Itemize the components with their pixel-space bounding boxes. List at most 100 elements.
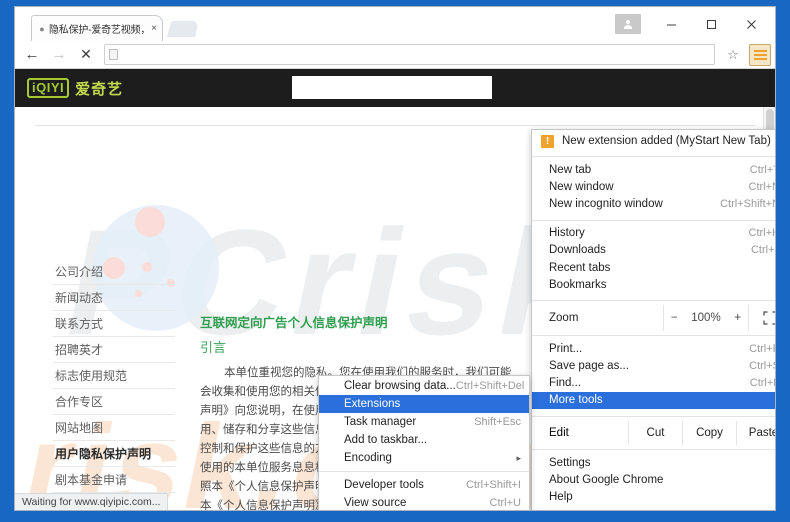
new-incognito-label: New incognito window [549, 198, 720, 210]
sidebar-item-label: 标志使用规范 [55, 367, 127, 384]
sidebar-item-5[interactable]: 合作专区 [53, 389, 175, 415]
sidebar-item-label: 联系方式 [55, 315, 103, 332]
help-label: Help [549, 491, 767, 503]
submenu-item-label: Clear browsing data... [344, 380, 456, 392]
iqiyi-logo[interactable]: iQIYI 爱奇艺 [27, 78, 123, 99]
maximize-button[interactable] [691, 11, 731, 37]
find-label: Find... [549, 377, 750, 389]
zoom-controls: − 100% + [663, 305, 748, 331]
about-chrome-label: About Google Chrome [549, 474, 775, 486]
menu-item-save-page-as[interactable]: Save page as... Ctrl+S [532, 358, 775, 375]
menu-item-extension-notice[interactable]: ! New extension added (MyStart New Tab) [532, 130, 775, 152]
sidebar-item-label: 合作专区 [55, 393, 103, 410]
menu-item-help[interactable]: Help ▸ [532, 488, 775, 505]
menu-separator-2 [532, 220, 775, 221]
site-search-input[interactable] [292, 76, 492, 99]
zoom-in-button[interactable]: + [734, 312, 741, 324]
close-button[interactable] [731, 11, 771, 37]
zoom-label: Zoom [532, 305, 663, 331]
tab-close-icon[interactable]: × [150, 24, 158, 34]
tab-favicon-icon: ● [38, 25, 46, 33]
submenu-item-0[interactable]: Clear browsing data...Ctrl+Shift+Del [319, 377, 529, 395]
sidebar-item-label: 公司介绍 [55, 263, 103, 280]
submenu-item-label: Encoding [344, 452, 508, 464]
sidebar-item-0[interactable]: 公司介绍 [53, 259, 175, 285]
menu-item-downloads[interactable]: Downloads Ctrl+J [532, 242, 775, 259]
submenu-item-label: Add to taskbar... [344, 434, 521, 446]
minimize-button[interactable] [651, 11, 691, 37]
menu-item-settings[interactable]: Settings [532, 454, 775, 471]
menu-item-about-chrome[interactable]: About Google Chrome [532, 471, 775, 488]
bookmarks-label: Bookmarks [549, 279, 767, 291]
stop-loading-button[interactable]: ✕ [73, 43, 99, 67]
decorative-dot-1 [135, 207, 165, 237]
page-info-icon[interactable] [109, 49, 118, 60]
submenu-item-2[interactable]: Task managerShift+Esc [319, 413, 529, 431]
back-button[interactable]: ← [19, 43, 45, 67]
new-tab-label: New tab [549, 164, 750, 176]
status-bar-text: Waiting for www.qiyipic.com... [22, 496, 160, 508]
submenu-item-shortcut: Ctrl+Shift+Del [456, 380, 524, 392]
new-tab-shortcut: Ctrl+T [750, 164, 775, 176]
menu-item-history[interactable]: History Ctrl+H [532, 225, 775, 242]
forward-button[interactable]: → [46, 43, 72, 67]
menu-separator-5 [532, 416, 775, 417]
sidebar-item-label: 剧本基金申请 [55, 471, 127, 488]
sidebar-item-7[interactable]: 用户隐私保护声明 [53, 441, 175, 467]
content-title: 互联网定向广告个人信息保护声明 [200, 312, 520, 331]
header-divider [35, 125, 755, 126]
chrome-menu-button[interactable] [749, 44, 771, 66]
menu-separator-6 [532, 449, 775, 450]
new-incognito-shortcut: Ctrl+Shift+N [720, 198, 775, 210]
sidebar-item-3[interactable]: 招聘英才 [53, 337, 175, 363]
sidebar-item-2[interactable]: 联系方式 [53, 311, 175, 337]
sidebar-item-4[interactable]: 标志使用规范 [53, 363, 175, 389]
downloads-label: Downloads [549, 244, 751, 256]
sidebar-item-label: 新闻动态 [55, 289, 103, 306]
iqiyi-logo-text: 爱奇艺 [75, 78, 123, 99]
address-bar[interactable] [104, 44, 715, 65]
submenu-item-3[interactable]: Add to taskbar... [319, 431, 529, 449]
submenu-item-shortcut: Ctrl+U [490, 497, 521, 509]
sidebar-item-1[interactable]: 新闻动态 [53, 285, 175, 311]
avatar-icon[interactable] [615, 14, 641, 34]
menu-item-new-incognito-window[interactable]: New incognito window Ctrl+Shift+N [532, 195, 775, 212]
menu-item-edit: Edit Cut Copy Paste [532, 421, 775, 445]
more-tools-label: More tools [549, 394, 767, 406]
sidebar-item-8[interactable]: 剧本基金申请 [53, 467, 175, 493]
zoom-level-value: 100% [691, 312, 720, 324]
menu-item-recent-tabs[interactable]: Recent tabs ▸ [532, 259, 775, 276]
downloads-shortcut: Ctrl+J [751, 244, 775, 256]
menu-item-bookmarks[interactable]: Bookmarks ▸ [532, 276, 775, 293]
copy-button[interactable]: Copy [682, 421, 736, 445]
fullscreen-button[interactable] [748, 305, 775, 331]
cut-button[interactable]: Cut [628, 421, 682, 445]
menu-item-find[interactable]: Find... Ctrl+F [532, 375, 775, 392]
print-shortcut: Ctrl+P [749, 343, 775, 355]
bookmark-star-icon[interactable]: ☆ [720, 43, 746, 67]
settings-label: Settings [549, 457, 775, 469]
history-shortcut: Ctrl+H [749, 227, 775, 239]
menu-separator-4 [532, 335, 775, 336]
submenu-item-4[interactable]: Encoding▸ [319, 449, 529, 467]
browser-tab[interactable]: ● 隐私保护-爱奇艺视频，悦 × [31, 15, 163, 41]
site-header: iQIYI 爱奇艺 [15, 69, 775, 107]
edit-label: Edit [532, 421, 628, 445]
menu-item-new-tab[interactable]: New tab Ctrl+T [532, 161, 775, 178]
submenu-item-1[interactable]: Extensions [319, 395, 529, 413]
submenu-item-6[interactable]: View sourceCtrl+U [319, 494, 529, 510]
menu-item-new-window[interactable]: New window Ctrl+N [532, 178, 775, 195]
site-sidebar: 公司介绍新闻动态联系方式招聘英才标志使用规范合作专区网站地图用户隐私保护声明剧本… [53, 259, 175, 493]
menu-line-2 [754, 54, 767, 56]
menu-item-print[interactable]: Print... Ctrl+P [532, 340, 775, 357]
paste-button[interactable]: Paste [736, 421, 775, 445]
submenu-item-5[interactable]: Developer toolsCtrl+Shift+I [319, 476, 529, 494]
zoom-out-button[interactable]: − [671, 312, 678, 324]
sidebar-item-6[interactable]: 网站地图 [53, 415, 175, 441]
new-window-label: New window [549, 181, 749, 193]
menu-item-more-tools[interactable]: More tools ▸ [532, 392, 775, 409]
submenu-item-shortcut: Shift+Esc [474, 416, 521, 428]
submenu-item-label: Extensions [344, 398, 521, 410]
save-page-shortcut: Ctrl+S [749, 360, 775, 372]
new-tab-button[interactable] [167, 21, 199, 37]
